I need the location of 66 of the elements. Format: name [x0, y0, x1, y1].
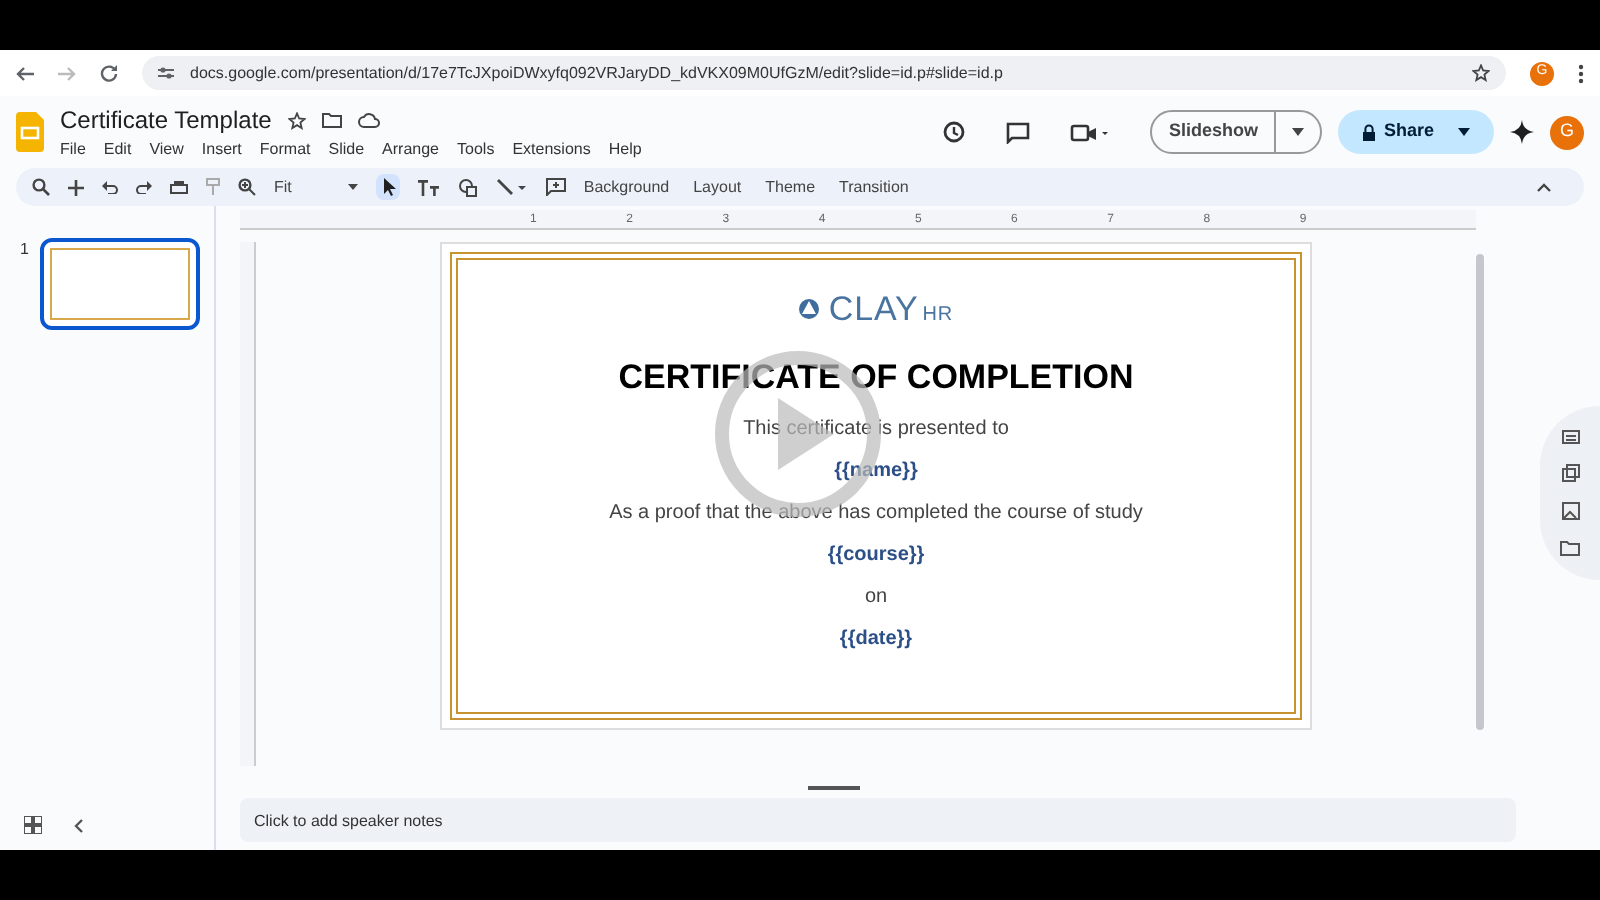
bookmark-star-icon[interactable]	[1472, 64, 1490, 82]
menu-item[interactable]: File	[60, 138, 86, 162]
zoom-icon[interactable]	[238, 178, 256, 196]
share-button[interactable]: Share	[1337, 110, 1494, 154]
menu-item[interactable]: Edit	[103, 138, 132, 162]
menu-item[interactable]: View	[149, 138, 184, 162]
toolbar-button[interactable]: Layout	[693, 175, 742, 199]
redo-icon[interactable]	[136, 180, 152, 194]
menu-item[interactable]: Insert	[201, 138, 242, 162]
company-logo: CLAY HR	[828, 288, 954, 332]
placeholder-field-text: {{date}}	[839, 626, 913, 654]
reload-icon[interactable]	[100, 64, 118, 82]
lock-icon	[1361, 123, 1376, 141]
chevron-left-icon[interactable]	[74, 817, 84, 833]
comment-icon[interactable]	[1006, 121, 1031, 143]
line-icon[interactable]	[495, 178, 528, 196]
logo-mark-icon	[798, 298, 821, 321]
slide-number: 1	[20, 238, 29, 262]
sparkle-icon[interactable]	[1510, 120, 1534, 144]
folder-icon[interactable]	[321, 112, 342, 128]
text-box-icon[interactable]	[417, 179, 440, 195]
image-icon[interactable]	[1561, 501, 1579, 519]
print-icon[interactable]	[170, 179, 188, 195]
toolbar-button[interactable]: Background	[583, 175, 670, 199]
slideshow-button[interactable]: Slideshow	[1150, 110, 1322, 154]
menu-item[interactable]: Tools	[457, 138, 495, 162]
grid-view-icon[interactable]	[24, 816, 42, 834]
toolbar-button[interactable]: Theme	[765, 175, 816, 199]
caret-icon[interactable]	[1291, 128, 1304, 136]
certificate-text: As a proof that the above has completed the course of study	[609, 500, 1143, 528]
certificate-title: CERTIFICATE OF COMPLETION	[618, 355, 1134, 399]
video-camera-icon[interactable]	[1070, 122, 1111, 142]
speaker-notes-field[interactable]: Click to add speaker notes	[240, 798, 1516, 842]
certificate-text: This certificate is presented to	[743, 416, 1009, 444]
folder-icon[interactable]	[1560, 539, 1580, 555]
menu-item[interactable]: Arrange	[382, 138, 440, 162]
menu-item[interactable]: Format	[259, 138, 311, 162]
certificate-text: on	[864, 584, 888, 612]
caret-icon[interactable]	[1458, 128, 1470, 136]
shapes-icon[interactable]	[457, 177, 478, 197]
history-icon[interactable]	[942, 120, 967, 144]
document-title[interactable]: Certificate Template	[60, 102, 272, 138]
address-bar[interactable]: docs.google.com/presentation/d/17e7TcJXpoiDWxyfq092VRJaryDD_kdVKX09M0UfGzM/edit?slide=id.p#slide=id.p	[142, 56, 1506, 90]
back-arrow-icon[interactable]	[16, 65, 34, 81]
undo-icon[interactable]	[102, 180, 118, 194]
slide-thumbnail[interactable]	[40, 238, 201, 330]
caret-icon	[347, 184, 358, 190]
cloud-icon[interactable]	[357, 112, 380, 128]
url-text: docs.google.com/presentation/d/17e7TcJXpoiDWxyfq092VRJaryDD_kdVKX09M0UfGzM/edit?slide=id.p#slide=id.p	[190, 61, 1003, 85]
pointer-icon[interactable]	[375, 174, 400, 200]
placeholder-field-text: {{name}}	[834, 458, 918, 486]
zoom-dropdown[interactable]: Fit	[274, 175, 358, 199]
slide[interactable]: CLAY HR CERTIFICATE OF COMPLETION This certificate is presented to {{name}} As a proof that the above has completed the course of study {{course}} on {{date}}	[440, 242, 1312, 730]
menu-item[interactable]: Slide	[328, 138, 365, 162]
menu-item[interactable]: Help	[608, 138, 642, 162]
menu-item[interactable]: Extensions	[512, 138, 591, 162]
sliders-icon[interactable]	[158, 66, 174, 80]
chevron-up-icon[interactable]	[1536, 182, 1552, 192]
plus-icon[interactable]	[68, 179, 84, 195]
more-icon[interactable]	[1578, 63, 1584, 83]
toolbar-button[interactable]: Transition	[839, 175, 909, 199]
placeholder-field-text: {{course}}	[827, 542, 925, 570]
copy-icon[interactable]	[1561, 463, 1579, 481]
star-icon[interactable]	[287, 111, 306, 129]
comment-add-icon[interactable]	[545, 178, 566, 196]
search-icon[interactable]	[32, 178, 50, 196]
